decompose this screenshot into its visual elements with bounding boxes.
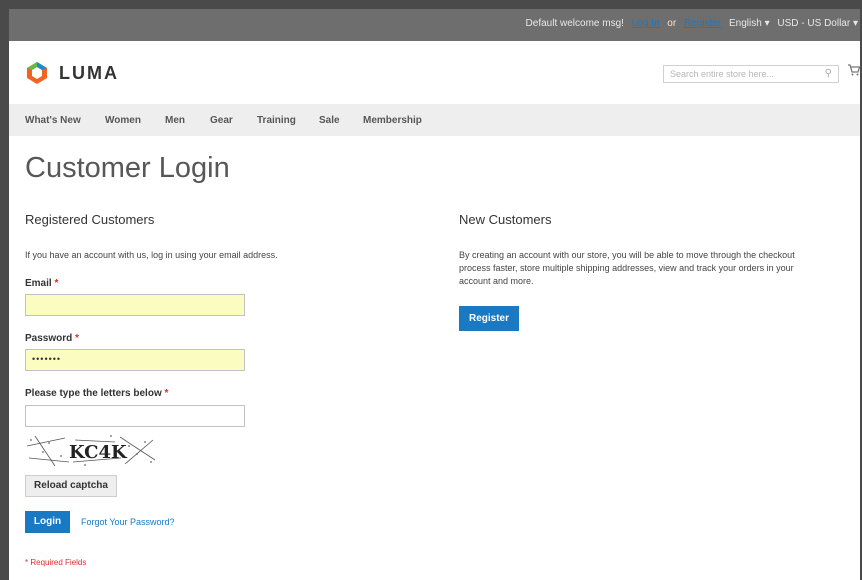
nav-item-sale[interactable]: Sale <box>319 115 340 126</box>
language-switcher[interactable]: English ▾ <box>729 18 770 29</box>
site-header: LUMA Search entire store here... ⚲ <box>9 41 861 104</box>
welcome-message: Default welcome msg! <box>525 18 624 29</box>
forgot-password-link[interactable]: Forgot Your Password? <box>81 516 175 529</box>
nav-item-men[interactable]: Men <box>165 115 185 126</box>
register-button[interactable]: Register <box>459 306 519 331</box>
required-fields-note: * Required Fields <box>25 558 87 567</box>
nav-item-gear[interactable]: Gear <box>210 115 233 126</box>
nav-item-women[interactable]: Women <box>105 115 141 126</box>
password-label: Password * <box>25 333 79 344</box>
captcha-label: Please type the letters below * <box>25 388 168 399</box>
main-nav: What's New Women Men Gear Training Sale … <box>9 104 860 136</box>
currency-switcher[interactable]: USD - US Dollar ▾ <box>777 18 858 29</box>
new-customers-text-line: By creating an account with our store, y… <box>459 250 795 260</box>
password-label-text: Password <box>25 333 73 344</box>
login-link[interactable]: Log In <box>632 18 660 29</box>
email-label-text: Email <box>25 278 52 289</box>
required-asterisk: * <box>164 388 169 399</box>
search-icon[interactable]: ⚲ <box>825 68 832 79</box>
captcha-field[interactable] <box>25 405 245 427</box>
nav-item-membership[interactable]: Membership <box>363 115 422 126</box>
login-button[interactable]: Login <box>25 511 70 533</box>
password-value: ••••••• <box>32 354 62 364</box>
captcha-text: KC4K <box>69 442 128 463</box>
new-customers-text-line: process faster, store multiple shipping … <box>459 263 794 273</box>
page-title: Customer Login <box>25 152 230 184</box>
search-placeholder: Search entire store here... <box>670 69 775 79</box>
luma-logo-icon <box>27 62 47 84</box>
search-input[interactable]: Search entire store here... ⚲ <box>663 65 839 83</box>
email-field[interactable] <box>25 294 245 316</box>
logo-text: LUMA <box>59 62 119 83</box>
email-label: Email * <box>25 278 58 289</box>
required-asterisk: * <box>54 278 59 289</box>
logo[interactable]: LUMA <box>25 61 119 85</box>
new-customers-text-line: account and more. <box>459 276 534 286</box>
registered-customers-heading: Registered Customers <box>25 212 155 227</box>
captcha-label-text: Please type the letters below <box>25 388 162 399</box>
nav-item-whats-new[interactable]: What's New <box>25 115 81 126</box>
required-asterisk: * <box>75 333 79 344</box>
new-customers-text: By creating an account with our store, y… <box>459 249 851 288</box>
captcha-image: KC4K <box>25 432 159 468</box>
password-field[interactable]: ••••••• <box>25 349 245 371</box>
new-customers-heading: New Customers <box>459 212 552 227</box>
nav-item-training[interactable]: Training <box>257 115 296 126</box>
top-bar: Default welcome msg! Log In or Register … <box>9 9 860 41</box>
reload-captcha-button[interactable]: Reload captcha <box>25 475 117 497</box>
cart-icon[interactable] <box>847 63 861 77</box>
register-link[interactable]: Register <box>684 18 721 29</box>
or-text: or <box>667 18 677 29</box>
registered-intro-text: If you have an account with us, log in u… <box>25 250 278 260</box>
